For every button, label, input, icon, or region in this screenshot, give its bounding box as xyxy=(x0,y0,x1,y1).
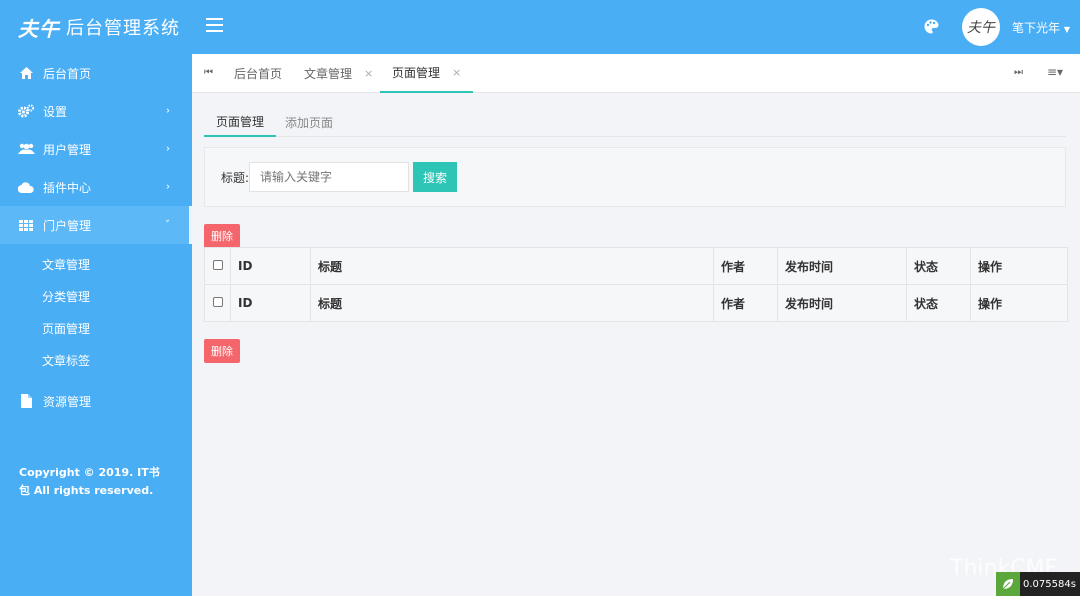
subtab-add-page[interactable]: 添加页面 xyxy=(285,107,333,137)
sidebar-item-portal[interactable]: 门户管理 ˅ xyxy=(0,206,192,244)
tab-pages[interactable]: 页面管理 × xyxy=(380,54,474,93)
column-header[interactable]: 标题 xyxy=(310,247,714,285)
tab-label: 后台首页 xyxy=(234,67,283,81)
menu-toggle-icon[interactable] xyxy=(206,18,223,36)
submenu-item-tags[interactable]: 文章标签 xyxy=(0,344,192,376)
home-icon xyxy=(17,67,35,79)
select-all-checkbox[interactable] xyxy=(213,260,223,270)
tab-last-icon[interactable]: ⏭ xyxy=(1014,67,1023,78)
tab-label: 页面管理 xyxy=(392,66,441,80)
caret-down-icon: ▼ xyxy=(1063,25,1070,34)
search-button[interactable]: 搜索 xyxy=(413,162,457,192)
tab-first-icon[interactable]: ⏮ xyxy=(204,67,213,78)
tab-menu-icon[interactable]: ≡▾ xyxy=(1047,65,1063,79)
column-header[interactable]: 操作 xyxy=(970,247,1068,285)
select-all-checkbox[interactable] xyxy=(213,297,223,307)
brand-logo: 夫午 xyxy=(18,16,60,41)
column-header[interactable]: 状态 xyxy=(906,247,971,285)
top-header: 夫午 笔下光年 ▼ xyxy=(192,0,1080,54)
sidebar: 夫午 后台管理系统 后台首页 设置 › 用户管理 › 插件中心 › 门户管理 ˅ xyxy=(0,0,192,596)
portal-submenu: 文章管理 分类管理 页面管理 文章标签 xyxy=(0,244,192,382)
timer-value: 0.075584s xyxy=(1023,578,1076,590)
sidebar-item-users[interactable]: 用户管理 › xyxy=(0,130,192,168)
close-icon[interactable]: × xyxy=(364,67,373,80)
cloud-icon xyxy=(17,181,35,193)
sidebar-item-label: 插件中心 xyxy=(43,180,92,195)
sidebar-item-label: 门户管理 xyxy=(43,218,92,233)
table-footer-row: ID 标题 作者 发布时间 状态 操作 xyxy=(204,284,1068,322)
sub-tabs: 页面管理 添加页面 xyxy=(204,107,1066,137)
tab-articles[interactable]: 文章管理 × xyxy=(304,54,373,93)
tab-home[interactable]: 后台首页 xyxy=(234,54,282,93)
tab-label: 文章管理 xyxy=(304,67,353,81)
leaf-icon xyxy=(996,572,1020,596)
select-all-cell xyxy=(204,284,231,322)
grid-icon xyxy=(17,219,35,231)
avatar[interactable]: 夫午 xyxy=(962,8,1000,46)
search-label: 标题: xyxy=(221,171,250,185)
sidebar-item-label: 用户管理 xyxy=(43,142,92,157)
sidebar-item-plugins[interactable]: 插件中心 › xyxy=(0,168,192,206)
subtab-page-management[interactable]: 页面管理 xyxy=(204,107,277,137)
column-footer: 发布时间 xyxy=(777,284,907,322)
users-icon xyxy=(17,143,35,155)
sidebar-item-label: 设置 xyxy=(43,104,68,119)
pages-table: ID 标题 作者 发布时间 状态 操作 ID 标题 作者 发布时间 状态 操作 xyxy=(204,247,1068,322)
search-input[interactable] xyxy=(249,162,409,192)
select-all-cell xyxy=(204,247,231,285)
palette-icon[interactable] xyxy=(924,19,939,37)
column-header[interactable]: ID xyxy=(230,247,311,285)
submenu-item-categories[interactable]: 分类管理 xyxy=(0,280,192,312)
file-icon xyxy=(17,394,35,408)
tab-bar: ⏮ 后台首页 文章管理 × 页面管理 × ⏭ ≡▾ xyxy=(192,54,1080,93)
delete-button-bottom[interactable]: 删除 xyxy=(204,339,240,363)
main-content: 页面管理 添加页面 标题: 搜索 删除 ID 标题 作者 发布时间 状态 操作 … xyxy=(192,93,1080,596)
user-menu[interactable]: 笔下光年 ▼ xyxy=(1012,19,1070,36)
column-header[interactable]: 作者 xyxy=(713,247,778,285)
sidebar-item-label: 后台首页 xyxy=(43,66,92,81)
trace-timer[interactable]: 0.075584s xyxy=(996,572,1080,596)
submenu-item-pages[interactable]: 页面管理 xyxy=(0,312,192,344)
chevron-right-icon: › xyxy=(166,181,170,193)
column-footer: 操作 xyxy=(970,284,1068,322)
column-footer: 状态 xyxy=(906,284,971,322)
submenu-item-articles[interactable]: 文章管理 xyxy=(0,248,192,280)
column-footer: 作者 xyxy=(713,284,778,322)
chevron-right-icon: › xyxy=(166,105,170,117)
column-footer: ID xyxy=(230,284,311,322)
copyright: Copyright © 2019. IT书包 All rights reserv… xyxy=(19,466,160,497)
chevron-right-icon: › xyxy=(166,143,170,155)
column-header[interactable]: 发布时间 xyxy=(777,247,907,285)
close-icon[interactable]: × xyxy=(452,66,461,79)
sidebar-item-home[interactable]: 后台首页 xyxy=(0,54,192,92)
delete-button-top[interactable]: 删除 xyxy=(204,224,240,248)
table-header-row: ID 标题 作者 发布时间 状态 操作 xyxy=(204,247,1068,285)
sidebar-item-resources[interactable]: 资源管理 xyxy=(0,382,192,420)
username: 笔下光年 xyxy=(1012,21,1061,35)
sidebar-item-settings[interactable]: 设置 › xyxy=(0,92,192,130)
brand[interactable]: 夫午 后台管理系统 xyxy=(0,0,192,54)
gear-icon xyxy=(17,104,35,118)
column-footer: 标题 xyxy=(310,284,714,322)
brand-title: 后台管理系统 xyxy=(66,18,180,39)
chevron-down-icon: ˅ xyxy=(165,219,170,231)
sidebar-item-label: 资源管理 xyxy=(43,394,92,409)
search-panel: 标题: 搜索 xyxy=(204,147,1066,207)
